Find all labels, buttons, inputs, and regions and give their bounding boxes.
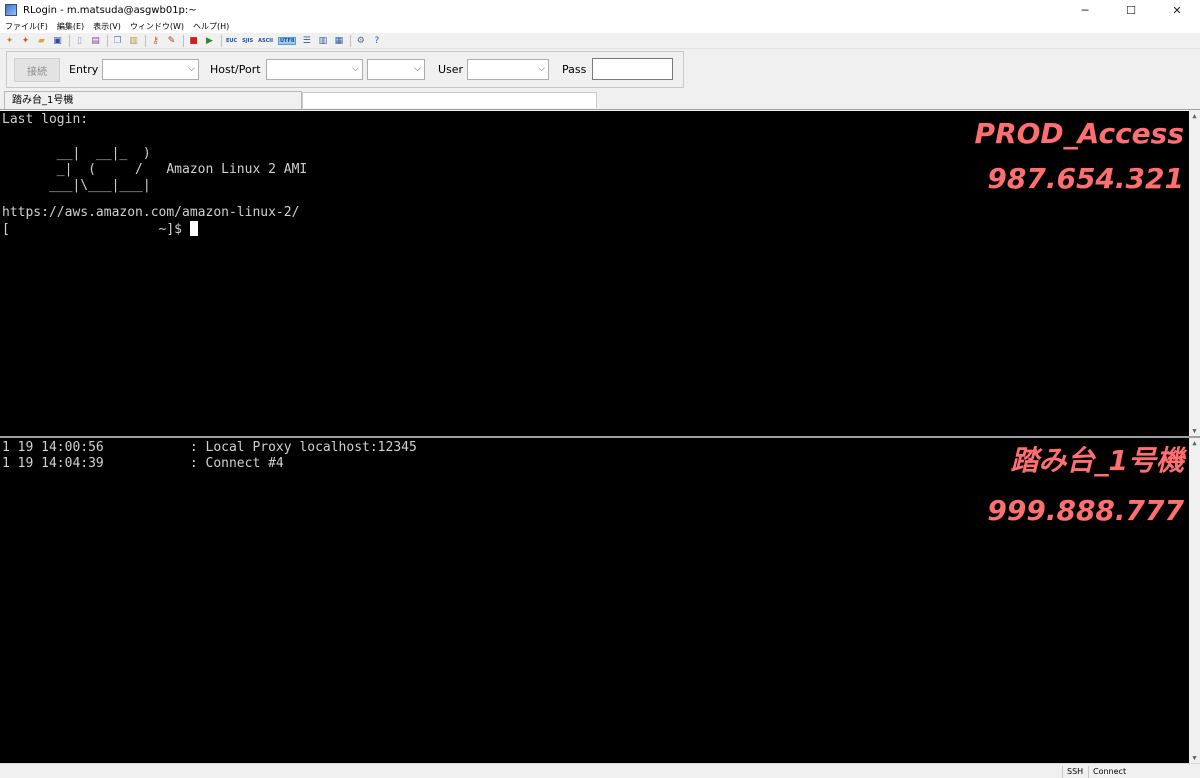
tools-icon[interactable]: ✎	[166, 36, 177, 47]
status-connection: Connect	[1088, 766, 1200, 778]
pass-label: Pass	[562, 63, 587, 76]
split-vertical-icon[interactable]: ▥	[317, 36, 328, 47]
connect-bar: 接続 Entry ⌵ Host/Port ⌵ ⌵ User ⌵ Pass	[6, 51, 684, 88]
key-icon[interactable]: ⚷	[150, 36, 161, 47]
tab-blank-area	[302, 92, 597, 108]
terminal-line: https://aws.amazon.com/amazon-linux-2/	[2, 205, 300, 220]
port-select[interactable]: ⌵	[367, 59, 425, 80]
scroll-up-icon[interactable]: ▲	[1190, 111, 1199, 121]
toolbar-separator	[107, 35, 108, 47]
entry-select[interactable]: ⌵	[102, 59, 199, 80]
terminal-pane-bottom[interactable]: 1 19 14:00:56 : Local Proxy localhost:12…	[0, 438, 1200, 763]
encoding-utf8[interactable]: UTF8	[277, 37, 297, 45]
paste-icon[interactable]: ▥	[128, 36, 139, 47]
maximize-button[interactable]: ☐	[1108, 0, 1154, 20]
split-horizontal-icon[interactable]: ☰	[301, 36, 312, 47]
settings-icon[interactable]: ⚙	[355, 36, 366, 47]
menu-help[interactable]: ヘルプ(H)	[193, 21, 229, 32]
scroll-up-icon[interactable]: ▲	[1190, 438, 1199, 448]
tab-session[interactable]: 踏み台_1号機	[4, 91, 302, 109]
terminal-line: ___|\___|___|	[2, 178, 151, 193]
minimize-button[interactable]: ─	[1062, 0, 1108, 20]
terminal-line: 1 19 14:04:39 : Connect #4	[2, 456, 284, 471]
toolbar-separator	[221, 35, 222, 47]
chevron-down-icon: ⌵	[188, 64, 195, 74]
open-icon[interactable]: ▰	[36, 36, 47, 47]
print-icon[interactable]: ▤	[90, 36, 101, 47]
window-title: RLogin - m.matsuda@asgwb01p:~	[23, 4, 197, 16]
overlay-environment-name: PROD_Access	[974, 117, 1184, 150]
host-select[interactable]: ⌵	[266, 59, 363, 80]
toolbar-separator	[350, 35, 352, 47]
status-protocol: SSH	[1062, 766, 1088, 778]
terminal-line: Last login:	[2, 112, 89, 127]
encoding-sjis[interactable]: SJIS	[242, 38, 253, 44]
entry-label: Entry	[69, 63, 99, 76]
vertical-scrollbar[interactable]: ▲ ▼	[1189, 438, 1200, 763]
new-connection-icon[interactable]: ✦	[4, 36, 15, 47]
terminal-cursor	[189, 221, 198, 236]
toolbar-separator	[183, 35, 184, 47]
window-controls: ─ ☐ ✕	[1062, 0, 1200, 20]
status-bar: SSH Connect	[0, 763, 1200, 778]
password-field[interactable]	[592, 58, 673, 80]
terminal-prompt-line: [ ~]$	[2, 221, 198, 238]
toolbar-separator	[69, 35, 70, 47]
scroll-down-icon[interactable]: ▼	[1190, 753, 1199, 763]
split-grid-icon[interactable]: ▦	[333, 36, 344, 47]
title-bar: RLogin - m.matsuda@asgwb01p:~ ─ ☐ ✕	[0, 0, 1200, 20]
scroll-down-icon[interactable]: ▼	[1190, 426, 1199, 436]
terminal-line: _| ( / Amazon Linux 2 AMI	[2, 162, 308, 177]
stop-icon[interactable]: ■	[188, 36, 199, 47]
copy-icon[interactable]: ❐	[112, 36, 123, 47]
menu-edit[interactable]: 編集(E)	[57, 21, 84, 32]
menu-bar: ファイル(F) 編集(E) 表示(V) ウィンドウ(W) ヘルプ(H)	[0, 20, 1200, 33]
save-icon[interactable]: ▣	[52, 36, 63, 47]
user-label: User	[438, 63, 464, 76]
overlay-environment-number: 987.654.321	[987, 162, 1184, 195]
vertical-scrollbar[interactable]: ▲ ▼	[1189, 111, 1200, 436]
document-icon[interactable]: ▯	[74, 36, 85, 47]
connect-button[interactable]: 接続	[14, 58, 60, 82]
rlogin-app-icon[interactable]	[5, 4, 17, 16]
chevron-down-icon: ⌵	[352, 64, 359, 74]
encoding-ascii[interactable]: ASCII	[258, 38, 273, 44]
menu-view[interactable]: 表示(V)	[93, 21, 121, 32]
terminal-prompt: [ ~]$	[2, 222, 190, 237]
toolbar-separator	[145, 35, 146, 47]
chevron-down-icon: ⌵	[538, 64, 545, 74]
encoding-euc[interactable]: EUC	[226, 38, 237, 44]
menu-window[interactable]: ウィンドウ(W)	[130, 21, 184, 32]
tab-bar: 踏み台_1号機	[0, 90, 1200, 110]
terminal-line: 1 19 14:00:56 : Local Proxy localhost:12…	[2, 440, 417, 455]
play-icon[interactable]: ▶	[204, 36, 215, 47]
toolbar: ✦ ✦ ▰ ▣ ▯ ▤ ❐ ▥ ⚷ ✎ ■ ▶ EUC SJIS ASCII U…	[0, 34, 1200, 49]
close-button[interactable]: ✕	[1154, 0, 1200, 20]
hostport-label: Host/Port	[210, 63, 261, 76]
connect-icon[interactable]: ✦	[20, 36, 31, 47]
help-icon[interactable]: ?	[371, 36, 382, 47]
overlay-environment-number: 999.888.777	[987, 494, 1184, 527]
terminal-pane-top[interactable]: Last login: __| __|_ ) _| ( / Amazon Lin…	[0, 111, 1200, 436]
overlay-environment-name: 踏み台_1号機	[1010, 444, 1184, 477]
chevron-down-icon: ⌵	[414, 64, 421, 74]
terminal-line: __| __|_ )	[2, 146, 151, 161]
menu-file[interactable]: ファイル(F)	[5, 21, 48, 32]
user-select[interactable]: ⌵	[467, 59, 549, 80]
